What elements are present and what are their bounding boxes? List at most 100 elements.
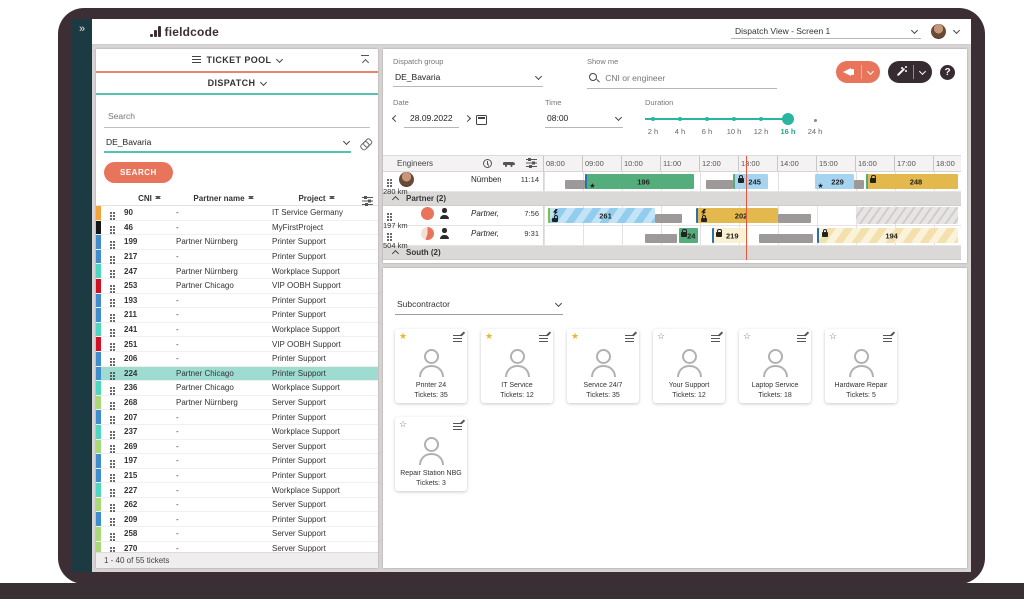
sort-icon[interactable] — [155, 193, 162, 202]
ticket-list-icon[interactable] — [797, 335, 806, 336]
drag-handle-icon[interactable] — [110, 518, 112, 520]
schedule-bar[interactable]: 261 — [548, 208, 655, 223]
column-partner[interactable]: Partner name — [176, 193, 272, 203]
ticket-row[interactable]: 211 - Printer Support — [96, 308, 378, 323]
schedule-bar[interactable]: 245 — [733, 174, 768, 189]
drag-handle-icon[interactable] — [110, 460, 112, 462]
ticket-row[interactable]: 247 Partner Nürnberg Workplace Support — [96, 264, 378, 279]
ticket-row[interactable]: 227 - Workplace Support — [96, 483, 378, 498]
auto-dispatch-button[interactable] — [888, 61, 932, 83]
drag-handle-icon[interactable] — [110, 212, 112, 214]
collapse-group-icon[interactable] — [392, 250, 399, 257]
chevron-down-icon[interactable] — [867, 67, 874, 74]
ticket-row[interactable]: 197 - Printer Support — [96, 454, 378, 469]
drag-handle-icon[interactable] — [110, 314, 112, 316]
ticket-row[interactable]: 270 - Server Support — [96, 542, 378, 552]
drag-handle-icon[interactable] — [110, 299, 112, 301]
ticket-row[interactable]: 193 - Printer Support — [96, 294, 378, 309]
gantt-row-timeline[interactable]: 261 202 — [543, 206, 961, 225]
ticket-row[interactable]: 236 Partner Chicago Workplace Support — [96, 381, 378, 396]
drag-handle-icon[interactable] — [110, 533, 112, 535]
favorite-star-icon[interactable]: ★ — [571, 332, 579, 341]
row-menu-icon[interactable] — [387, 213, 389, 215]
drag-handle-icon[interactable] — [110, 402, 112, 404]
ticket-list-icon[interactable] — [625, 335, 634, 336]
drag-handle-icon[interactable] — [110, 226, 112, 228]
drag-handle-icon[interactable] — [110, 256, 112, 258]
calendar-icon[interactable] — [476, 115, 487, 125]
dispatch-group-select[interactable]: DE_Bavaria — [393, 70, 543, 87]
ticket-row[interactable]: 90 - IT Service Germany — [96, 206, 378, 221]
duration-tick[interactable]: 4 h — [667, 117, 693, 136]
sort-icon[interactable] — [329, 193, 336, 202]
subcontractor-card[interactable]: ★ IT Service Tickets: 12 — [481, 329, 553, 403]
ticket-list-icon[interactable] — [453, 335, 462, 336]
schedule-bar[interactable] — [856, 207, 958, 224]
duration-tick[interactable]: 24 h — [802, 117, 828, 136]
schedule-bar[interactable] — [778, 214, 811, 223]
row-menu-icon[interactable] — [387, 179, 389, 181]
favorite-star-icon[interactable]: ☆ — [657, 332, 665, 341]
sort-icon[interactable] — [248, 193, 255, 202]
duration-tick[interactable]: 2 h — [640, 117, 666, 136]
drag-handle-icon[interactable] — [110, 387, 112, 389]
drag-handle-icon[interactable] — [110, 416, 112, 418]
ticket-row[interactable]: 258 - Server Support — [96, 527, 378, 542]
drag-handle-icon[interactable] — [110, 431, 112, 433]
gantt-engineer-row[interactable]: Partner, Van... 7:56 197 km 261 202 — [383, 206, 961, 226]
filter-columns-icon[interactable] — [362, 197, 373, 198]
schedule-bar[interactable] — [854, 180, 864, 189]
schedule-bar[interactable]: 24 — [679, 228, 699, 243]
collapse-group-icon[interactable] — [392, 196, 399, 203]
duration-tick[interactable]: 6 h — [694, 117, 720, 136]
duration-slider[interactable]: 2 h 4 h 6 h 10 h 12 h 16 h 24 h — [645, 111, 841, 137]
column-cni[interactable]: CNI — [124, 193, 176, 203]
schedule-bar[interactable]: 194 — [817, 228, 958, 243]
schedule-bar[interactable]: 248 — [866, 174, 958, 189]
favorite-star-icon[interactable]: ★ — [485, 332, 493, 341]
gantt-group-row[interactable]: South (2) — [383, 246, 961, 260]
schedule-bar[interactable]: 202 — [696, 208, 778, 223]
ticket-row[interactable]: 199 Partner Nürnberg Printer Support — [96, 235, 378, 250]
drag-handle-icon[interactable] — [110, 474, 112, 476]
favorite-star-icon[interactable]: ☆ — [399, 420, 407, 429]
clock-icon[interactable] — [483, 159, 492, 168]
ticket-row[interactable]: 217 - Printer Support — [96, 250, 378, 265]
schedule-bar[interactable]: 229 — [815, 174, 854, 189]
drag-handle-icon[interactable] — [110, 241, 112, 243]
show-me-search[interactable] — [587, 70, 777, 89]
ticket-row[interactable]: 215 - Printer Support — [96, 469, 378, 484]
drag-handle-icon[interactable] — [110, 285, 112, 287]
ticket-group-select[interactable]: DE_Bavaria — [104, 135, 351, 153]
favorite-star-icon[interactable]: ★ — [399, 332, 407, 341]
link-icon[interactable] — [357, 137, 372, 152]
schedule-bar[interactable] — [706, 180, 733, 189]
drag-handle-icon[interactable] — [110, 358, 112, 360]
ticket-row[interactable]: 207 - Printer Support — [96, 410, 378, 425]
schedule-bar[interactable] — [565, 180, 585, 189]
ticket-row[interactable]: 206 - Printer Support — [96, 352, 378, 367]
previous-day-icon[interactable] — [392, 115, 399, 122]
schedule-bar[interactable] — [645, 234, 676, 243]
ticket-row[interactable]: 224 Partner Chicago Printer Support — [96, 367, 378, 382]
ticket-list-icon[interactable] — [711, 335, 720, 336]
ticket-pool-header[interactable]: TICKET POOL — [96, 49, 378, 73]
ticket-list-icon[interactable] — [883, 335, 892, 336]
gantt-row-timeline[interactable]: 24 219 194 — [543, 226, 961, 245]
ticket-row[interactable]: 269 - Server Support — [96, 440, 378, 455]
duration-tick[interactable]: 12 h — [748, 117, 774, 136]
subcontractor-card[interactable]: ☆ Laptop Service Tickets: 18 — [739, 329, 811, 403]
chevron-down-icon[interactable] — [919, 67, 926, 74]
subcontractor-card[interactable]: ★ Service 24/7 Tickets: 35 — [567, 329, 639, 403]
search-button[interactable]: SEARCH — [104, 162, 173, 183]
time-select[interactable]: 08:00 — [545, 111, 623, 128]
favorite-star-icon[interactable]: ☆ — [743, 332, 751, 341]
user-avatar[interactable] — [931, 24, 946, 39]
schedule-bar[interactable] — [759, 234, 814, 243]
drag-handle-icon[interactable] — [110, 270, 112, 272]
subcontractor-card[interactable]: ☆ Repair Station NBG Tickets: 3 — [395, 417, 467, 491]
ticket-row[interactable]: 241 - Workplace Support — [96, 323, 378, 338]
schedule-bar[interactable] — [655, 214, 682, 223]
user-menu-chevron-icon[interactable] — [953, 27, 960, 34]
gantt-engineer-row[interactable]: Partner, Jakub 9:31 504 km 24 219 194 — [383, 226, 961, 246]
